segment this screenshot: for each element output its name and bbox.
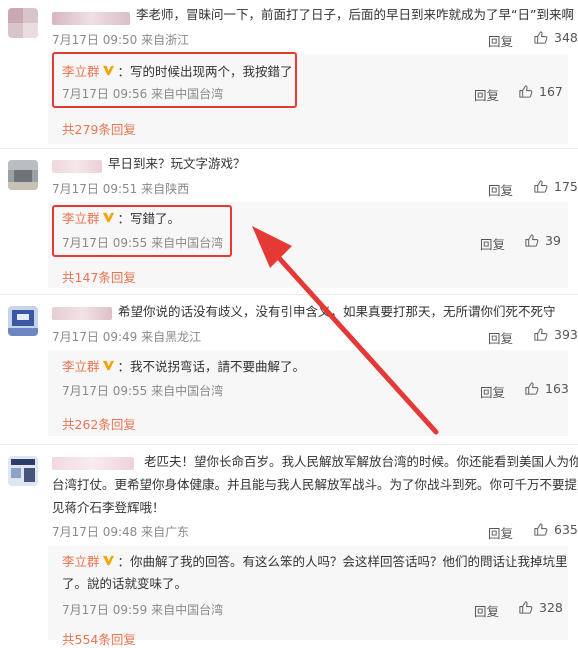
like-count: 175: [554, 179, 578, 194]
username-mask[interactable]: [52, 457, 134, 470]
reply-button[interactable]: 回复: [488, 180, 513, 199]
reply-button[interactable]: 回复: [480, 382, 505, 401]
username-mask[interactable]: [52, 12, 130, 25]
more-replies-link[interactable]: 共262条回复: [62, 414, 136, 433]
reply-line: 李立群 ：你曲解了我的回答。有这么笨的人吗？会这样回答话吗？他们的問话让我掉坑里: [62, 552, 568, 572]
thumbs-up-icon: [525, 382, 539, 395]
verified-v-badge-icon: [100, 64, 118, 79]
reply-meta: 7月17日 09:55 来自中国台湾: [62, 236, 224, 250]
like-count: 39: [545, 233, 561, 248]
username-mask[interactable]: [52, 160, 102, 173]
like-count: 163: [545, 381, 569, 396]
reply-button[interactable]: 回复: [488, 31, 513, 50]
verified-v-badge-icon: [100, 554, 118, 569]
divider: [0, 444, 578, 445]
comment-meta: 7月17日 09:50 来自浙江: [52, 33, 190, 47]
reply-meta: 7月17日 09:55 来自中国台湾: [62, 384, 224, 398]
username-mask[interactable]: [52, 307, 112, 320]
like-count: 393: [554, 327, 578, 342]
thumbs-up-icon: [519, 601, 533, 614]
like-button[interactable]: 163: [524, 381, 569, 396]
reply-line: 李立群 ：写的时候出现两个，我按錯了: [62, 62, 293, 82]
comment-text: 李老师，冒昧问一下，前面打了日子，后面的早日到来咋就成为了早“日”到来啊: [136, 7, 574, 22]
reply-text-line: ：你曲解了我的回答。有这么笨的人吗？会这样回答话吗？他们的問话让我掉坑里: [117, 554, 568, 569]
verified-v-badge-icon: [100, 359, 118, 374]
like-button[interactable]: 393: [533, 327, 578, 342]
thumbs-up-icon: [534, 180, 548, 193]
like-button[interactable]: 167: [518, 84, 563, 99]
reply-author[interactable]: 李立群: [62, 64, 100, 79]
avatar[interactable]: [8, 456, 38, 486]
comment-meta: 7月17日 09:49 来自黑龙江: [52, 330, 202, 344]
thumbs-up-icon: [534, 523, 548, 536]
reply-text-line: 了。說的话就变味了。: [62, 576, 188, 591]
verified-v-badge-icon: [100, 211, 118, 226]
reply-author[interactable]: 李立群: [62, 554, 100, 569]
reply-meta: 7月17日 09:59 来自中国台湾: [62, 603, 224, 617]
reply-meta: 7月17日 09:56 来自中国台湾: [62, 87, 224, 101]
like-count: 635: [554, 522, 578, 537]
divider: [0, 294, 578, 295]
thumbs-up-icon: [534, 31, 548, 44]
comment-text: 早日到来？玩文字游戏？: [108, 156, 246, 171]
reply-text: ：我不说拐弯话，請不要曲解了。: [117, 359, 306, 374]
comment-text-line: 见蒋介石李登辉哦！: [52, 500, 165, 515]
like-count: 348: [554, 30, 578, 45]
avatar[interactable]: [8, 160, 38, 190]
reply-author[interactable]: 李立群: [62, 359, 100, 374]
like-count: 328: [539, 600, 563, 615]
reply-text: ：写錯了。: [117, 211, 181, 226]
comment-meta: 7月17日 09:51 来自陕西: [52, 182, 190, 196]
thumbs-up-icon: [525, 234, 539, 247]
like-button[interactable]: 39: [524, 233, 561, 248]
reply-button[interactable]: 回复: [480, 234, 505, 253]
comment-text: 希望你说的话没有歧义，没有引申含义，如果真要打那天，无所谓你们死不死守: [118, 304, 556, 319]
reply-line: 李立群 ：我不说拐弯话，請不要曲解了。: [62, 357, 305, 377]
more-replies-link[interactable]: 共554条回复: [62, 629, 136, 648]
divider: [0, 148, 578, 149]
more-replies-link[interactable]: 共279条回复: [62, 119, 136, 138]
reply-line: 李立群 ：写錯了。: [62, 209, 180, 229]
reply-text: ：写的时候出现两个，我按錯了: [117, 64, 293, 79]
like-button[interactable]: 635: [533, 522, 578, 537]
like-button[interactable]: 348: [533, 30, 578, 45]
like-button[interactable]: 175: [533, 179, 578, 194]
like-count: 167: [539, 84, 563, 99]
comment-text-line: 老匹夫！望你长命百岁。我人民解放军解放台湾的时候。你还能看到美国人为你: [144, 454, 578, 469]
reply-button[interactable]: 回复: [488, 328, 513, 347]
comment-text-line: 台湾打仗。更希望你身体健康。并且能与我人民解放军战斗。为了你战斗到死。你可千万不…: [52, 477, 578, 492]
avatar[interactable]: [8, 8, 38, 38]
thumbs-up-icon: [534, 328, 548, 341]
reply-button[interactable]: 回复: [474, 601, 499, 620]
reply-button[interactable]: 回复: [488, 523, 513, 542]
more-replies-link[interactable]: 共147条回复: [62, 267, 136, 286]
like-button[interactable]: 328: [518, 600, 563, 615]
avatar[interactable]: [8, 306, 38, 336]
reply-button[interactable]: 回复: [474, 85, 499, 104]
thumbs-up-icon: [519, 85, 533, 98]
comment-meta: 7月17日 09:48 来自广东: [52, 525, 190, 539]
reply-author[interactable]: 李立群: [62, 211, 100, 226]
